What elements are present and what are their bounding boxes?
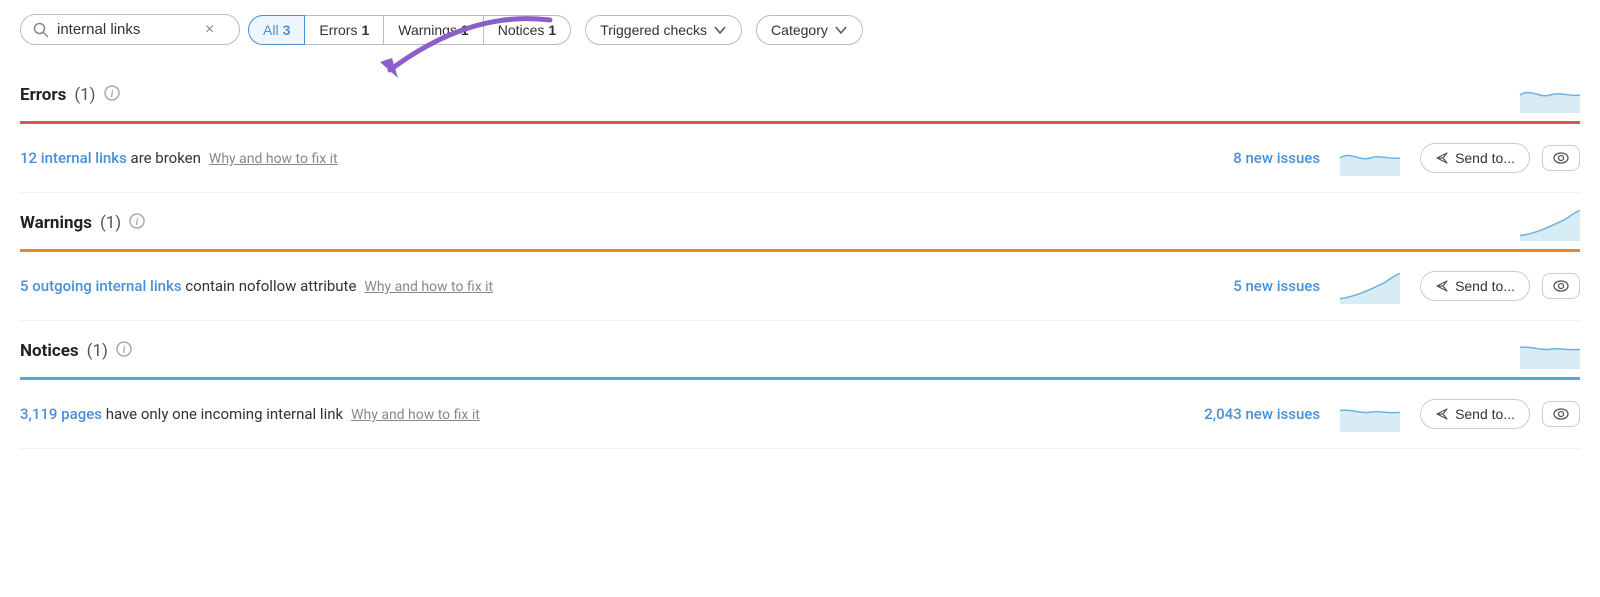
fix-link[interactable]: Why and how to fix it <box>364 279 493 295</box>
issue-row: 3,119 pages have only one incoming inter… <box>20 380 1580 449</box>
triggered-checks-label: Triggered checks <box>600 22 707 38</box>
send-to-button[interactable]: Send to... <box>1420 399 1530 429</box>
sections-container: Errors (1) i 12 internal links are broken W… <box>20 65 1580 449</box>
section-title-errors: Errors (1) i <box>20 85 120 105</box>
eye-button[interactable] <box>1542 401 1580 427</box>
info-icon[interactable]: i <box>129 213 145 233</box>
eye-icon <box>1553 280 1569 292</box>
category-dropdown[interactable]: Category <box>756 15 863 45</box>
send-icon <box>1435 407 1449 421</box>
issue-row: 12 internal links are broken Why and how … <box>20 124 1580 193</box>
section-count-errors: (1) <box>74 85 95 105</box>
section-chart-warnings <box>1520 205 1580 241</box>
issue-text: 12 internal links are broken Why and how … <box>20 149 1188 167</box>
filter-tab-label: Errors <box>319 22 357 38</box>
search-icon <box>33 22 49 38</box>
issue-text: 5 outgoing internal links contain nofoll… <box>20 277 1188 295</box>
issue-row: 5 outgoing internal links contain nofoll… <box>20 252 1580 321</box>
section-chart-errors <box>1520 77 1580 113</box>
new-issues-count: 8 new issues <box>1200 149 1320 167</box>
chevron-down-icon <box>713 23 727 37</box>
send-to-label: Send to... <box>1455 150 1515 166</box>
eye-icon <box>1553 152 1569 164</box>
svg-text:i: i <box>136 217 139 228</box>
send-icon <box>1435 151 1449 165</box>
eye-icon <box>1553 408 1569 420</box>
clear-button[interactable]: × <box>205 22 214 38</box>
section-chart-notices <box>1520 333 1580 369</box>
issue-suffix: contain nofollow attribute <box>182 277 357 295</box>
issue-chart <box>1340 140 1400 176</box>
issue-suffix: are broken <box>127 149 201 167</box>
section-header-errors: Errors (1) i <box>20 65 1580 121</box>
section-title-text-errors: Errors <box>20 85 66 105</box>
filter-tabs: All3Errors1Warnings1Notices1 <box>248 15 571 45</box>
section-title-text-notices: Notices <box>20 341 79 361</box>
section-title-text-warnings: Warnings <box>20 213 92 233</box>
search-input[interactable] <box>57 21 197 38</box>
section-count-notices: (1) <box>87 341 108 361</box>
filter-tab-all[interactable]: All3 <box>248 15 305 45</box>
issue-text: 3,119 pages have only one incoming inter… <box>20 405 1188 423</box>
toolbar: × All3Errors1Warnings1Notices1 Triggered… <box>20 14 1580 45</box>
filter-tab-warnings[interactable]: Warnings1 <box>384 15 483 45</box>
info-icon[interactable]: i <box>116 341 132 361</box>
filter-tab-count: 1 <box>361 22 369 38</box>
section-count-warnings: (1) <box>100 213 121 233</box>
fix-link[interactable]: Why and how to fix it <box>351 407 480 423</box>
info-icon[interactable]: i <box>104 85 120 105</box>
filter-tab-label: Notices <box>498 22 545 38</box>
filter-tab-label: All <box>263 22 279 38</box>
send-to-button[interactable]: Send to... <box>1420 143 1530 173</box>
filter-tab-label: Warnings <box>398 22 457 38</box>
issue-chart <box>1340 396 1400 432</box>
section-title-warnings: Warnings (1) i <box>20 213 145 233</box>
section-header-warnings: Warnings (1) i <box>20 193 1580 249</box>
issue-chart <box>1340 268 1400 304</box>
triggered-checks-dropdown[interactable]: Triggered checks <box>585 15 742 45</box>
filter-tab-notices[interactable]: Notices1 <box>484 15 571 45</box>
section-title-notices: Notices (1) i <box>20 341 132 361</box>
fix-link[interactable]: Why and how to fix it <box>209 151 338 167</box>
send-to-label: Send to... <box>1455 278 1515 294</box>
new-issues-count: 5 new issues <box>1200 277 1320 295</box>
svg-text:i: i <box>123 345 126 356</box>
chevron-down-icon <box>834 23 848 37</box>
issue-suffix: have only one incoming internal link <box>102 405 343 423</box>
eye-button[interactable] <box>1542 273 1580 299</box>
svg-text:i: i <box>110 89 113 100</box>
section-header-notices: Notices (1) i <box>20 321 1580 377</box>
filter-tab-count: 3 <box>283 22 291 38</box>
send-to-label: Send to... <box>1455 406 1515 422</box>
issue-link[interactable]: 12 internal links <box>20 149 127 167</box>
filter-tab-errors[interactable]: Errors1 <box>305 15 384 45</box>
new-issues-count: 2,043 new issues <box>1200 405 1320 423</box>
eye-button[interactable] <box>1542 145 1580 171</box>
search-box[interactable]: × <box>20 14 240 45</box>
issue-link[interactable]: 3,119 pages <box>20 405 102 423</box>
filter-tab-count: 1 <box>461 22 469 38</box>
issue-link[interactable]: 5 outgoing internal links <box>20 277 182 295</box>
filter-tab-count: 1 <box>548 22 556 38</box>
send-icon <box>1435 279 1449 293</box>
send-to-button[interactable]: Send to... <box>1420 271 1530 301</box>
category-label: Category <box>771 22 828 38</box>
